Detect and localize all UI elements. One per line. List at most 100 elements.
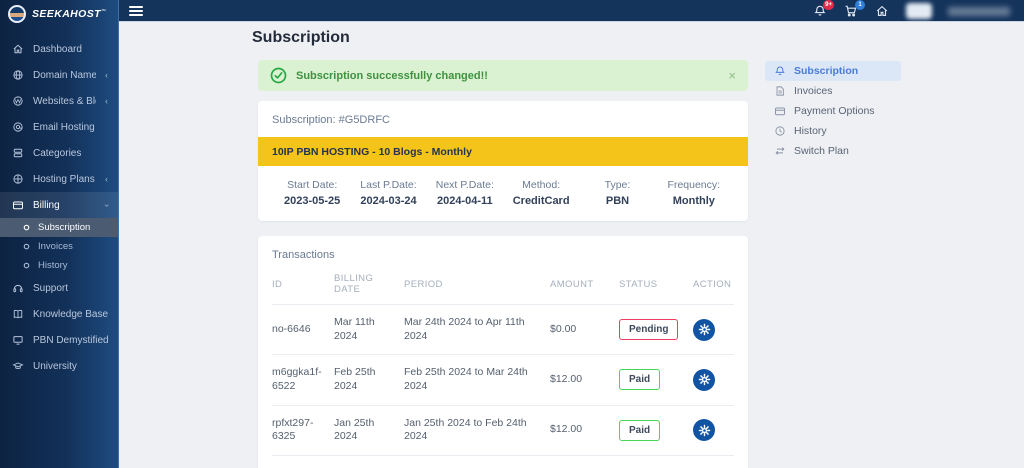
topbar-right: 9+ 1 [813,0,1016,22]
clock-icon [774,125,786,137]
sidebar-item-domain-names[interactable]: Domain Names ‹ [0,62,118,88]
transaction-billing-date: Dec 25th 2023 [334,454,404,468]
transaction-amount: $12.00 [550,354,619,406]
status-badge: Paid [619,419,661,441]
sidebar: SEEKAHOST™ Dashboard Domain Names ‹ Website… [0,0,119,468]
bell-icon [774,65,786,77]
mascot-logo-icon [8,5,26,23]
brand-logo[interactable]: SEEKAHOST™ [0,0,118,28]
right-menu-item-history[interactable]: History [765,121,901,141]
subscription-id: Subscription: #G5DRFC [272,114,390,126]
notifications-bell-icon[interactable]: 9+ [813,0,834,19]
subscription-details: Start Date: 2023-05-25 Last P.Date: 2024… [258,166,748,207]
transaction-period: Mar 24th 2024 to Apr 11th 2024 [404,303,550,355]
transactions-table: ID BILLING DATE PERIOD AMOUNT STATUS ACT… [272,265,734,468]
sidebar-item-support[interactable]: Support [0,275,118,301]
chevron-left-icon: ‹ [105,173,108,184]
globe-icon [12,69,24,81]
right-menu-item-label: Subscription [794,65,859,77]
col-amount: AMOUNT [550,278,594,290]
sidebar-item-dashboard[interactable]: Dashboard [0,36,118,62]
transaction-action [693,303,734,355]
sidebar-item-label: Knowledge Base [33,308,108,320]
notifications-badge: 9+ [823,0,834,10]
right-menu-item-label: Payment Options [794,105,875,117]
sidebar-item-university[interactable]: University [0,353,118,379]
plan-banner: 10IP PBN HOSTING - 10 Blogs - Monthly [258,137,748,166]
subscription-card: Subscription: #G5DRFC 10IP PBN HOSTING -… [258,101,748,221]
detail-type: Type: PBN [604,179,631,207]
card-icon [12,199,24,211]
transaction-amount: $0.00 [550,303,619,355]
transaction-amount: $12.00 [550,404,619,456]
transaction-id: rpfxt297-6325 [272,404,334,456]
subscription-side-menu: Subscription Invoices Payment Options Histo… [765,61,901,161]
detail-frequency: Frequency: Monthly [667,179,721,207]
topbar: 9+ 1 [119,0,1024,22]
transaction-action [693,454,734,468]
dot-icon [22,223,31,232]
sidebar-item-pbn-demystified[interactable]: PBN Demystified [0,327,118,353]
col-period: PERIOD [404,278,443,290]
transaction-action-gear-button[interactable] [693,318,715,341]
table-row: rpfxt297-6325 Jan 25th 2024 Jan 25th 2024 … [272,404,734,456]
transaction-period: Dec 25th 2023 to Jan 24th 2024 [404,454,550,468]
transaction-amount: $12.00 [550,454,619,468]
transaction-action-gear-button[interactable] [693,419,715,442]
sidebar-item-websites-blogs[interactable]: Websites & Blogs ‹ [0,88,118,114]
sidebar-subitem-label: Invoices [38,241,73,252]
transaction-period: Jan 25th 2024 to Feb 24th 2024 [404,404,550,456]
col-action: ACTION [693,278,732,290]
chevron-left-icon: ‹ [105,95,108,106]
right-menu-item-label: Invoices [794,85,833,97]
sidebar-item-categories[interactable]: Categories [0,140,118,166]
table-row: jep9thp6-6124Dec 25th 2023Dec 25th 2023 … [272,454,734,468]
book-icon [12,308,24,320]
alert-close-icon[interactable]: × [728,69,736,82]
right-menu-item-subscription[interactable]: Subscription [765,61,901,81]
swap-icon [774,145,786,157]
sidebar-subitem-invoices[interactable]: Invoices [0,237,118,256]
brand-tm: ™ [100,8,107,15]
sidebar-item-label: University [33,360,77,372]
check-circle-icon [270,67,287,84]
transaction-status: Paid [619,404,693,456]
sidebar-subitem-history[interactable]: History [0,256,118,275]
alert-message: Subscription successfully changed!! [296,69,488,82]
hamburger-menu-icon[interactable] [129,4,143,18]
transaction-status: Paid [619,454,693,468]
right-menu-item-invoices[interactable]: Invoices [765,81,901,101]
sidebar-item-email-hosting[interactable]: Email Hosting [0,114,118,140]
detail-last-pdate: Last P.Date: 2024-03-24 [360,179,417,207]
home-icon[interactable] [875,4,890,19]
right-menu-item-payment-options[interactable]: Payment Options [765,101,901,121]
transaction-billing-date: Mar 11th 2024 [334,303,404,355]
cart-icon[interactable]: 1 [844,0,865,19]
sidebar-item-label: Email Hosting [33,121,95,133]
sidebar-item-label: Domain Names [33,69,96,81]
status-badge: Paid [619,369,661,391]
transaction-action [693,404,734,456]
user-name[interactable] [948,6,1010,16]
stack-icon [12,147,24,159]
right-menu-item-label: History [794,125,827,137]
sidebar-subitem-subscription[interactable]: Subscription [0,218,118,237]
chevron-left-icon: ‹ [105,69,108,80]
sidebar-item-label: Hosting Plans [33,173,95,185]
transactions-title: Transactions [272,249,335,261]
card-icon [774,105,786,117]
transaction-billing-date: Feb 25th 2024 [334,354,404,406]
transaction-period: Feb 25th 2024 to Mar 24th 2024 [404,354,550,406]
sidebar-item-knowledge-base[interactable]: Knowledge Base [0,301,118,327]
chevron-down-icon: ‹ [101,203,111,207]
sidebar-subitem-label: History [38,260,68,271]
cart-badge: 1 [855,0,865,10]
sidebar-item-hosting-plans[interactable]: Hosting Plans ‹ [0,166,118,192]
col-status: STATUS [619,278,658,290]
wordpress-icon [12,95,24,107]
sidebar-item-billing[interactable]: Billing ‹ [0,192,118,218]
transaction-action-gear-button[interactable] [693,368,715,391]
right-menu-item-switch-plan[interactable]: Switch Plan [765,141,901,161]
user-avatar[interactable] [906,3,932,19]
success-alert: Subscription successfully changed!! × [258,60,748,91]
